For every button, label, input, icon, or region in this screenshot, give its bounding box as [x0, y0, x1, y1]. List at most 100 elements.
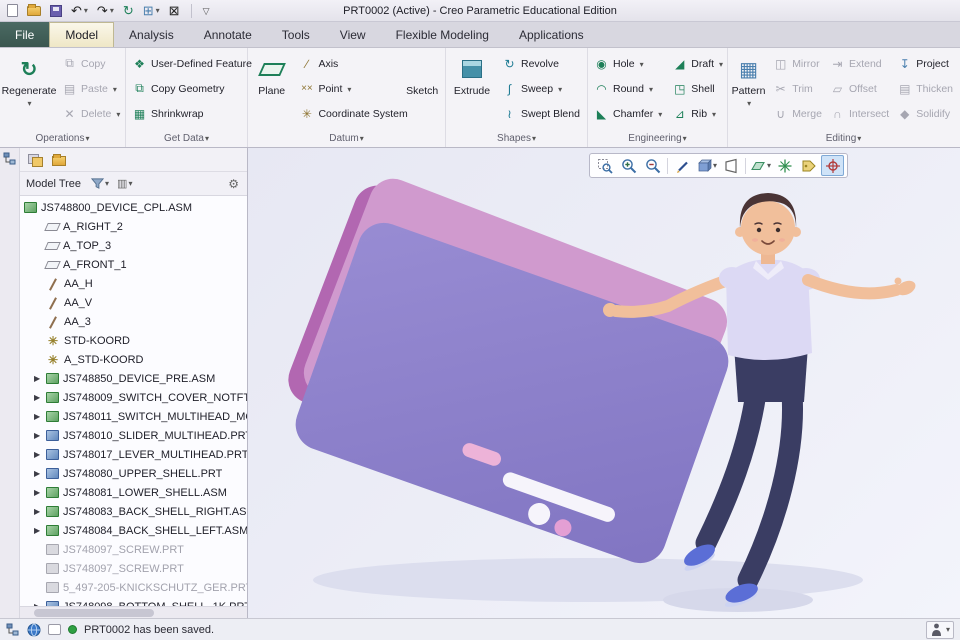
tree-row[interactable]: A_STD-KOORD	[20, 350, 247, 369]
expand-arrow-icon[interactable]	[34, 488, 46, 497]
browser-globe-icon[interactable]	[27, 623, 41, 637]
tree-row[interactable]: JS748010_SLIDER_MULTIHEAD.PRT	[20, 426, 247, 445]
tree-row[interactable]: JS748084_BACK_SHELL_LEFT.ASM	[20, 521, 247, 540]
tree-row[interactable]: JS748800_DEVICE_CPL.ASM	[20, 198, 247, 217]
regenerate-quick-button[interactable]: ↻	[122, 2, 135, 20]
shrinkwrap-button[interactable]: ▦ Shrinkwrap	[128, 101, 256, 126]
swept-blend-button[interactable]: ≀ Swept Blend	[498, 101, 584, 126]
manikin-selector-button[interactable]	[925, 620, 954, 639]
tree-row-suppressed[interactable]: JS748097_SCREW.PRT	[20, 559, 247, 578]
tree-settings-button[interactable]: ⚙	[226, 175, 241, 193]
sweep-button[interactable]: ∫ Sweep	[498, 76, 584, 101]
tab-annotate[interactable]: Annotate	[189, 22, 267, 47]
tab-view[interactable]: View	[325, 22, 381, 47]
tree-row[interactable]: JS748017_LEVER_MULTIHEAD.PRT	[20, 445, 247, 464]
extrude-button[interactable]: Extrude	[448, 51, 496, 127]
expand-arrow-icon[interactable]	[34, 393, 46, 402]
expand-arrow-icon[interactable]	[34, 526, 46, 535]
expand-arrow-icon[interactable]	[34, 507, 46, 516]
expand-arrow-icon[interactable]	[34, 431, 46, 440]
annotation-display-button[interactable]	[797, 155, 820, 176]
model-tree[interactable]: JS748800_DEVICE_CPL.ASM A_RIGHT_2 A_TOP_…	[20, 196, 247, 606]
save-button[interactable]	[49, 2, 63, 20]
tab-analysis[interactable]: Analysis	[114, 22, 189, 47]
datum-display-filters-button[interactable]	[749, 155, 772, 176]
display-style-button[interactable]	[695, 155, 718, 176]
tab-tools[interactable]: Tools	[267, 22, 325, 47]
undo-button[interactable]: ↶	[70, 2, 89, 20]
group-label-get-data[interactable]: Get Data	[126, 130, 247, 147]
perspective-button[interactable]	[719, 155, 742, 176]
tree-filter-button[interactable]	[89, 175, 111, 193]
scrollbar-thumb[interactable]	[34, 609, 154, 617]
tree-row[interactable]: A_TOP_3	[20, 236, 247, 255]
close-window-button[interactable]: ⊠	[168, 2, 181, 20]
rib-button[interactable]: ⊿ Rib	[668, 101, 727, 126]
tree-row[interactable]: AA_V	[20, 293, 247, 312]
expand-arrow-icon[interactable]	[34, 469, 46, 478]
tree-row-suppressed[interactable]: 5_497-205-KNICKSCHUTZ_GER.PRT	[20, 578, 247, 597]
round-button[interactable]: ◠ Round	[590, 76, 666, 101]
tree-row-suppressed[interactable]: JS748097_SCREW.PRT	[20, 540, 247, 559]
window-arrange-button[interactable]: ⊞	[142, 2, 161, 20]
tab-file[interactable]: File	[0, 22, 50, 47]
tree-row[interactable]: JS748083_BACK_SHELL_RIGHT.ASM	[20, 502, 247, 521]
model-tree-tab-icon[interactable]	[3, 152, 17, 166]
expand-arrow-icon[interactable]	[34, 412, 46, 421]
tree-view-button[interactable]	[26, 151, 44, 169]
repaint-button[interactable]	[671, 155, 694, 176]
open-file-button[interactable]	[26, 2, 42, 20]
tree-display-options-button[interactable]: ▥	[115, 175, 134, 193]
expand-arrow-icon[interactable]	[34, 450, 46, 459]
tree-row[interactable]: A_FRONT_1	[20, 255, 247, 274]
group-label-datum[interactable]: Datum	[248, 130, 445, 147]
expand-arrow-icon[interactable]	[34, 374, 46, 383]
group-label-editing[interactable]: Editing	[728, 130, 959, 147]
axis-button[interactable]: ∕ Axis	[295, 51, 399, 76]
tree-row[interactable]: JS748080_UPPER_SHELL.PRT	[20, 464, 247, 483]
quick-access-overflow-button[interactable]: ▽	[202, 2, 211, 20]
chamfer-button[interactable]: ◣ Chamfer	[590, 101, 666, 126]
new-file-button[interactable]	[6, 2, 19, 20]
tree-row[interactable]: JS748850_DEVICE_PRE.ASM	[20, 369, 247, 388]
shell-button[interactable]: ◳ Shell	[668, 76, 727, 101]
tree-row[interactable]: A_RIGHT_2	[20, 217, 247, 236]
tab-model[interactable]: Model	[49, 22, 115, 47]
new-file-icon	[7, 4, 18, 17]
zoom-in-button[interactable]	[617, 155, 640, 176]
revolve-button[interactable]: ↻ Revolve	[498, 51, 584, 76]
point-button[interactable]: ×× Point	[295, 76, 399, 101]
draft-button[interactable]: ◢ Draft	[668, 51, 727, 76]
tab-applications[interactable]: Applications	[504, 22, 599, 47]
csys-display-button[interactable]	[773, 155, 796, 176]
user-defined-feature-button[interactable]: ❖ User-Defined Feature	[128, 51, 256, 76]
tree-row[interactable]: STD-KOORD	[20, 331, 247, 350]
coordinate-system-button[interactable]: ✳ Coordinate System	[295, 101, 408, 126]
zoom-out-button[interactable]	[641, 155, 664, 176]
tree-row[interactable]: AA_3	[20, 312, 247, 331]
tab-flexible-modeling[interactable]: Flexible Modeling	[381, 22, 504, 47]
tree-horizontal-scrollbar[interactable]	[20, 606, 247, 618]
message-log-icon[interactable]	[48, 624, 61, 635]
tree-row[interactable]: JS748081_LOWER_SHELL.ASM	[20, 483, 247, 502]
group-label-shapes[interactable]: Shapes	[446, 130, 587, 147]
copy-geometry-button[interactable]: ⧉ Copy Geometry	[128, 76, 256, 101]
sketch-button[interactable]: Sketch	[401, 51, 443, 127]
project-button[interactable]: ↧ Project	[893, 51, 957, 76]
tree-row[interactable]: JS748098_BOTTOM_SHELL_1K.PRT	[20, 597, 247, 606]
redo-button[interactable]: ↷	[96, 2, 115, 20]
spin-center-button[interactable]	[821, 155, 844, 176]
group-label-operations[interactable]: Operations	[0, 130, 125, 147]
tree-row[interactable]: JS748009_SWITCH_COVER_NOTFTOOL	[20, 388, 247, 407]
folder-browser-button[interactable]	[50, 151, 68, 169]
tree-row[interactable]: JS748011_SWITCH_MULTIHEAD_MONT.	[20, 407, 247, 426]
regenerate-button[interactable]: ↻ Regenerate	[2, 51, 57, 127]
pattern-button[interactable]: ◫ ▦ Pattern	[730, 51, 767, 127]
hole-button[interactable]: ◉ Hole	[590, 51, 666, 76]
refit-button[interactable]	[593, 155, 616, 176]
tree-row[interactable]: AA_H	[20, 274, 247, 293]
graphics-viewport[interactable]	[248, 148, 960, 618]
plane-button[interactable]: Plane	[250, 51, 293, 127]
group-label-engineering[interactable]: Engineering	[588, 130, 727, 147]
navigator-toggle-icon[interactable]	[6, 623, 20, 637]
